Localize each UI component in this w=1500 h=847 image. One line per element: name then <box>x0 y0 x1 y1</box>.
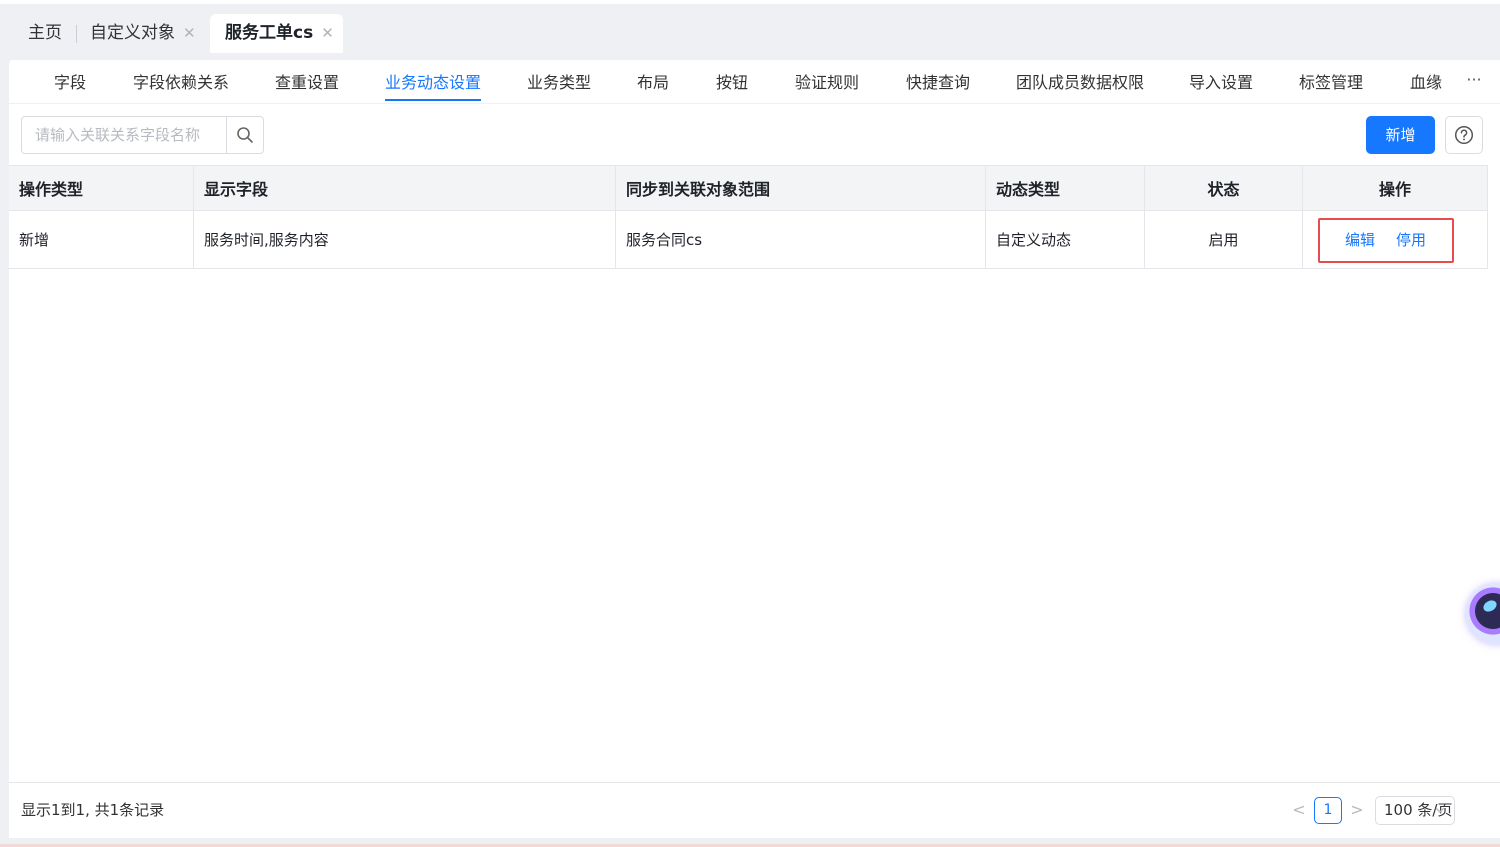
page-tab-label: 主页 <box>28 23 62 43</box>
search-input[interactable] <box>22 117 226 153</box>
page-tab-home[interactable]: 主页 <box>28 14 62 53</box>
tab-validation-rules[interactable]: 验证规则 <box>795 60 859 103</box>
assistant-eye <box>1481 598 1499 614</box>
table-footer: 显示1到1, 共1条记录 < 1 > 100 条/页 <box>9 782 1500 838</box>
main-card: 字段 字段依赖关系 查重设置 业务动态设置 业务类型 布局 按钮 验证规则 快捷… <box>9 60 1500 838</box>
cell-display-fields: 服务时间,服务内容 <box>194 211 616 268</box>
column-header: 操作 <box>1303 166 1488 210</box>
tab-tag-management[interactable]: 标签管理 <box>1299 60 1363 103</box>
cell-sync-scope: 服务合同cs <box>616 211 986 268</box>
column-header: 动态类型 <box>986 166 1145 210</box>
settings-tab-bar: 字段 字段依赖关系 查重设置 业务动态设置 业务类型 布局 按钮 验证规则 快捷… <box>9 60 1500 104</box>
search-box <box>21 116 264 154</box>
search-button[interactable] <box>226 117 263 153</box>
page-tab-label: 自定义对象 <box>90 23 175 43</box>
next-page-button[interactable]: > <box>1348 797 1366 823</box>
more-tabs-icon[interactable]: ··· <box>1459 60 1489 103</box>
tab-duplicate-check[interactable]: 查重设置 <box>275 60 339 103</box>
page-size-select[interactable]: 100 条/页 <box>1375 796 1455 825</box>
column-header: 操作类型 <box>9 166 194 210</box>
add-button[interactable]: 新增 <box>1366 116 1435 154</box>
tab-business-types[interactable]: 业务类型 <box>527 60 591 103</box>
tab-team-data-permissions[interactable]: 团队成员数据权限 <box>1016 60 1144 103</box>
close-icon[interactable]: ✕ <box>183 24 196 42</box>
page-tab-bar: 主页 自定义对象 ✕ 服务工单cs ✕ <box>0 0 1500 53</box>
cell-dynamic-type: 自定义动态 <box>986 211 1145 268</box>
cell-op-type: 新增 <box>9 211 194 268</box>
column-header: 同步到关联对象范围 <box>616 166 986 210</box>
page-tab-label: 服务工单cs <box>225 23 314 43</box>
table-row: 新增 服务时间,服务内容 服务合同cs 自定义动态 启用 编辑 停用 <box>9 211 1488 269</box>
tab-import-settings[interactable]: 导入设置 <box>1189 60 1253 103</box>
close-icon[interactable]: ✕ <box>321 24 334 42</box>
edit-link[interactable]: 编辑 <box>1345 211 1375 269</box>
cell-status: 启用 <box>1145 211 1303 268</box>
help-button[interactable] <box>1445 116 1483 154</box>
tab-quick-query[interactable]: 快捷查询 <box>906 60 970 103</box>
chevron-down-icon <box>1434 797 1446 834</box>
tab-field-dependencies[interactable]: 字段依赖关系 <box>133 60 229 103</box>
tab-fields[interactable]: 字段 <box>54 60 86 103</box>
tab-divider <box>76 25 77 43</box>
record-summary: 显示1到1, 共1条记录 <box>21 801 165 819</box>
tab-lineage[interactable]: 血缘 <box>1410 60 1442 103</box>
page-number-current[interactable]: 1 <box>1314 797 1342 824</box>
disable-link[interactable]: 停用 <box>1396 211 1426 269</box>
column-header: 状态 <box>1145 166 1303 210</box>
prev-page-button[interactable]: < <box>1290 797 1308 823</box>
question-circle-icon <box>1454 125 1474 145</box>
page-tab-service-order[interactable]: 服务工单cs ✕ <box>210 14 343 53</box>
search-icon <box>237 127 253 143</box>
table-header: 操作类型 显示字段 同步到关联对象范围 动态类型 状态 操作 <box>9 165 1488 211</box>
page-tab-custom-object[interactable]: 自定义对象 ✕ <box>90 14 196 53</box>
tab-business-dynamics[interactable]: 业务动态设置 <box>385 60 482 103</box>
actions-highlight-box <box>1318 218 1454 263</box>
tab-layout[interactable]: 布局 <box>637 60 669 103</box>
tab-buttons[interactable]: 按钮 <box>716 60 748 103</box>
column-header: 显示字段 <box>194 166 616 210</box>
